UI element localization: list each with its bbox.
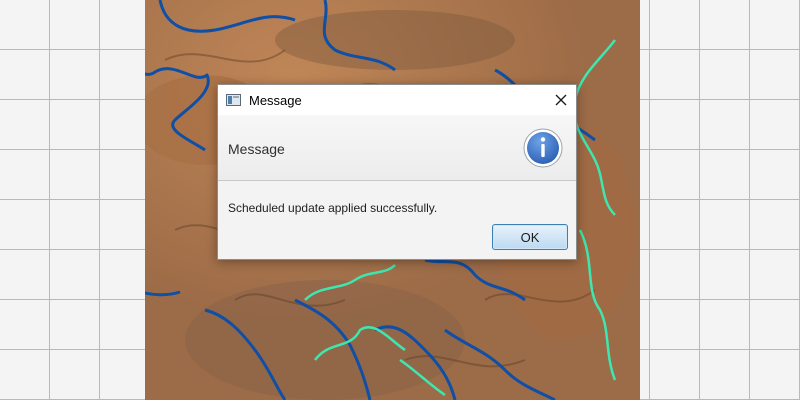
dialog-title: Message <box>249 92 302 108</box>
application-window-icon <box>226 94 241 106</box>
close-button[interactable] <box>546 85 576 115</box>
dialog-titlebar[interactable]: Message <box>218 85 576 115</box>
information-icon <box>523 128 563 168</box>
ok-button[interactable]: OK <box>492 224 568 250</box>
message-dialog: Message Message Scheduled update applied… <box>217 84 577 260</box>
close-icon <box>555 94 567 106</box>
dialog-message-text: Scheduled update applied successfully. <box>228 201 438 215</box>
dialog-header-text: Message <box>228 141 285 157</box>
dialog-header: Message <box>218 115 576 181</box>
